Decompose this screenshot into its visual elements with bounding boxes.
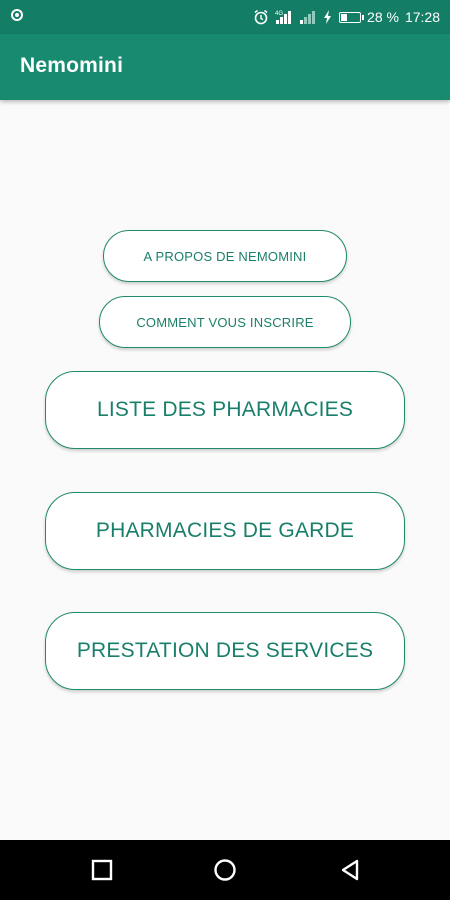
navigation-bar bbox=[0, 840, 450, 900]
battery-icon bbox=[339, 11, 365, 23]
services-button-label: PRESTATION DES SERVICES bbox=[76, 639, 374, 662]
about-button[interactable]: A PROPOS DE NEMOMINI bbox=[103, 230, 347, 282]
home-icon[interactable] bbox=[213, 858, 237, 882]
battery-percent: 28 % bbox=[367, 9, 399, 25]
pharmacy-list-button-label: LISTE DES PHARMACIES bbox=[96, 398, 354, 421]
notification-dot-icon bbox=[11, 9, 23, 21]
app-bar: Nemomini bbox=[0, 34, 450, 100]
charging-icon bbox=[323, 9, 333, 25]
status-bar: 4G 28 % 17:28 bbox=[0, 0, 450, 34]
alarm-icon bbox=[253, 9, 269, 25]
signal-icon: 4G bbox=[275, 9, 293, 25]
pharmacy-list-button[interactable]: LISTE DES PHARMACIES bbox=[45, 371, 405, 449]
status-icons: 4G 28 % 17:28 bbox=[253, 0, 440, 34]
on-duty-pharmacies-button[interactable]: PHARMACIES DE GARDE bbox=[45, 492, 405, 570]
services-button[interactable]: PRESTATION DES SERVICES bbox=[45, 612, 405, 690]
signal-weak-icon bbox=[299, 9, 317, 25]
register-info-button[interactable]: COMMENT VOUS INSCRIRE bbox=[99, 296, 351, 348]
clock: 17:28 bbox=[404, 9, 440, 25]
svg-text:4G: 4G bbox=[275, 11, 283, 17]
about-button-label: A PROPOS DE NEMOMINI bbox=[143, 248, 307, 264]
app-title: Nemomini bbox=[20, 54, 124, 77]
back-icon[interactable] bbox=[338, 858, 362, 882]
on-duty-pharmacies-button-label: PHARMACIES DE GARDE bbox=[95, 519, 355, 542]
recent-apps-icon[interactable] bbox=[90, 858, 114, 882]
register-info-button-label: COMMENT VOUS INSCRIRE bbox=[136, 314, 314, 330]
